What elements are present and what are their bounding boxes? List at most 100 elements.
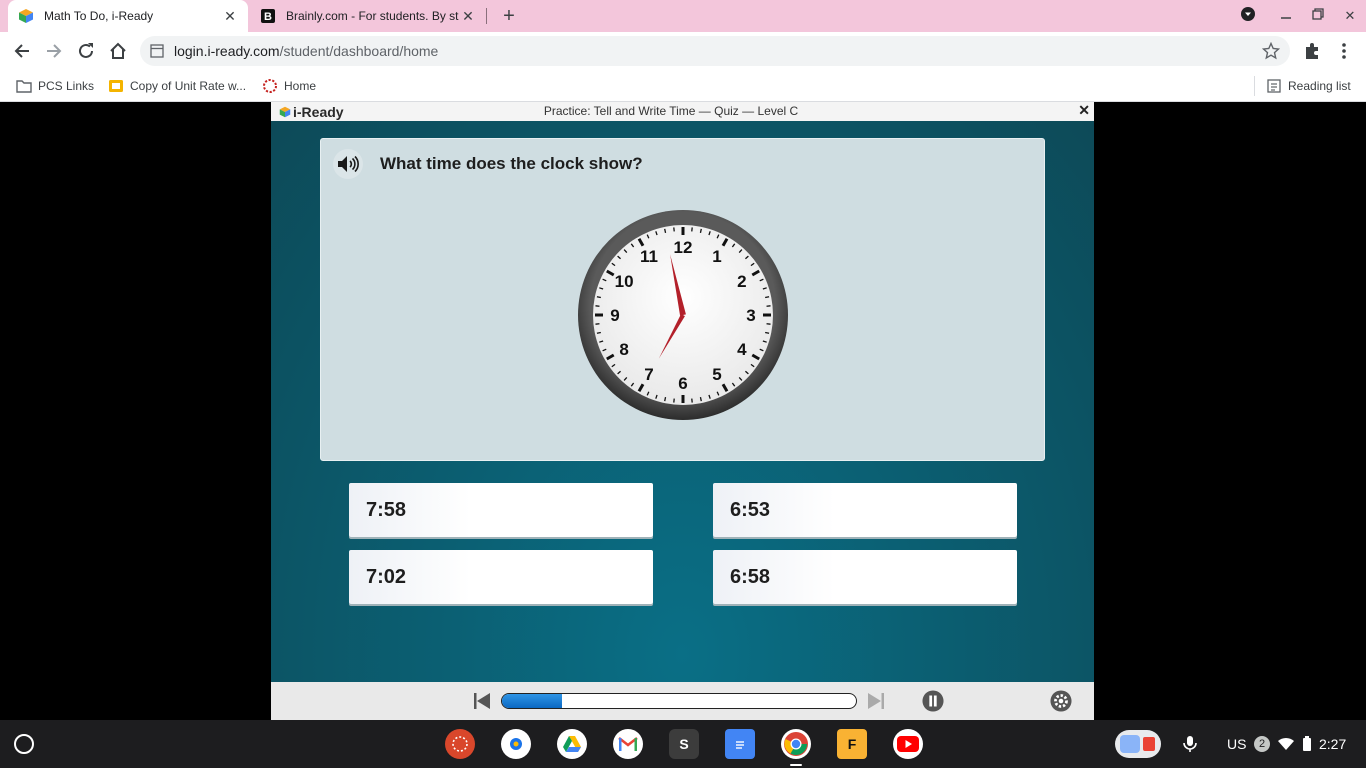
address-bar[interactable]: login.i-ready.com/student/dashboard/home — [140, 36, 1290, 66]
clock-number: 10 — [615, 272, 634, 291]
clock-number: 4 — [737, 340, 747, 359]
clock-minor-tick — [765, 296, 770, 299]
microphone-icon[interactable] — [1182, 726, 1198, 762]
chrome-app-icon[interactable] — [781, 729, 811, 759]
google-slides-icon — [109, 80, 123, 92]
bookmark-unit-rate[interactable]: Copy of Unit Rate w... — [108, 77, 246, 95]
tab-brainly[interactable]: B Brainly.com - For students. By st ✕ — [250, 0, 486, 32]
question-text: What time does the clock show? — [380, 154, 643, 173]
clock-minor-tick — [596, 331, 601, 334]
bookmarks-bar: PCS Links Copy of Unit Rate w... Home Re… — [0, 70, 1366, 102]
clock-number: 1 — [712, 247, 721, 266]
clock-time[interactable]: 2:27 — [1319, 726, 1346, 762]
svg-text:B: B — [264, 11, 272, 23]
reload-icon[interactable] — [75, 40, 97, 62]
tab-close-icon[interactable]: ✕ — [460, 8, 476, 25]
chromeos-shelf: S F US 2 2:27 — [0, 720, 1366, 768]
progress-fill — [502, 694, 563, 708]
lesson-title: Practice: Tell and Write Time — Quiz — L… — [543, 104, 799, 118]
answer-choice-3[interactable]: 7:02 — [349, 550, 653, 604]
site-info-icon[interactable] — [150, 44, 164, 58]
iready-header: i-Ready Practice: Tell and Write Time — … — [271, 102, 1094, 121]
youtube-app-icon[interactable] — [893, 729, 923, 759]
chrome-running-indicator — [790, 764, 802, 766]
home-icon[interactable] — [107, 40, 129, 62]
lesson-stage: What time does the clock show? 12 1 2 3 4 5 6 7… — [271, 121, 1094, 682]
reading-list-label: Reading list — [1288, 79, 1351, 93]
holding-space-icon[interactable] — [1114, 726, 1162, 762]
clock-number: 9 — [610, 306, 619, 325]
s-app-icon[interactable]: S — [669, 729, 699, 759]
bookmark-label: Home — [284, 79, 317, 93]
clock-number: 2 — [737, 272, 746, 291]
new-tab-button[interactable]: + — [498, 5, 520, 27]
bookmark-separator — [1254, 76, 1255, 96]
clock-minor-tick — [664, 397, 667, 402]
input-locale[interactable]: US — [1227, 726, 1246, 762]
url-text[interactable]: login.i-ready.com/student/dashboard/home — [174, 43, 438, 59]
tab-iready[interactable]: Math To Do, i-Ready ✕ — [8, 0, 248, 32]
answer-choice-4[interactable]: 6:58 — [713, 550, 1017, 604]
bookmark-star-icon[interactable] — [1262, 42, 1280, 60]
iready-cube-icon — [19, 9, 33, 23]
wifi-icon[interactable] — [1277, 726, 1295, 762]
restore-icon[interactable] — [1308, 6, 1328, 26]
close-lesson-button[interactable]: ✕ — [1078, 102, 1090, 119]
progress-bar — [501, 693, 857, 709]
bookmark-label: PCS Links — [38, 79, 95, 93]
extensions-icon[interactable] — [1301, 40, 1323, 62]
notification-count: 2 — [1254, 736, 1270, 752]
reading-list-button[interactable]: Reading list — [1266, 77, 1351, 95]
clock-number: 7 — [644, 365, 653, 384]
lesson-footer — [271, 682, 1094, 720]
pause-icon[interactable] — [922, 690, 944, 712]
google-docs-app-icon[interactable] — [725, 729, 755, 759]
clock-number: 3 — [746, 306, 755, 325]
clock-minor-tick — [699, 228, 702, 233]
menu-kebab-icon[interactable] — [1333, 40, 1355, 62]
clock-number: 12 — [674, 238, 693, 257]
previous-icon[interactable] — [471, 690, 493, 712]
forward-icon[interactable] — [43, 40, 65, 62]
reading-list-icon — [1267, 79, 1281, 93]
notification-badge[interactable]: 2 — [1254, 726, 1270, 762]
chrome-remote-app-icon[interactable] — [501, 729, 531, 759]
bookmark-pcs-links[interactable]: PCS Links — [16, 77, 94, 95]
tab-separator — [486, 8, 487, 24]
answer-choice-1[interactable]: 7:58 — [349, 483, 653, 537]
clock-number: 5 — [712, 365, 721, 384]
brainly-icon: B — [261, 9, 275, 23]
answer-choice-2[interactable]: 6:53 — [713, 483, 1017, 537]
settings-gear-icon[interactable] — [1050, 690, 1072, 712]
clock-number: 11 — [640, 247, 658, 266]
tab-title: Brainly.com - For students. By st — [286, 9, 459, 23]
browser-toolbar: login.i-ready.com/student/dashboard/home — [0, 32, 1366, 70]
clock-minor-tick — [699, 397, 702, 402]
citrix-app-icon[interactable] — [445, 729, 475, 759]
close-window-icon[interactable]: ✕ — [1340, 6, 1360, 26]
tab-search-icon[interactable] — [1238, 6, 1258, 26]
url-host: login.i-ready.com — [174, 43, 280, 59]
home-loading-icon — [263, 79, 277, 93]
tab-close-icon[interactable]: ✕ — [222, 8, 238, 25]
clock-number: 6 — [678, 374, 687, 393]
clock-minor-tick — [596, 296, 601, 299]
clock-number: 8 — [619, 340, 628, 359]
analog-clock: 12 1234567891011 — [578, 210, 788, 420]
launcher-icon[interactable] — [14, 734, 34, 754]
back-icon[interactable] — [11, 40, 33, 62]
google-drive-app-icon[interactable] — [557, 729, 587, 759]
url-path: /student/dashboard/home — [279, 43, 439, 59]
clock-minor-tick — [664, 228, 667, 233]
battery-icon[interactable] — [1302, 726, 1312, 762]
speaker-icon[interactable] — [333, 149, 363, 179]
gmail-app-icon[interactable] — [613, 729, 643, 759]
bookmark-home[interactable]: Home — [262, 77, 316, 95]
bookmark-label: Copy of Unit Rate w... — [130, 79, 247, 93]
clock-minor-tick — [765, 331, 770, 334]
tab-title: Math To Do, i-Ready — [44, 9, 154, 23]
next-icon[interactable] — [865, 690, 887, 712]
folder-icon — [16, 80, 32, 93]
minimize-icon[interactable] — [1276, 6, 1296, 26]
flipgrid-app-icon[interactable]: F — [837, 729, 867, 759]
